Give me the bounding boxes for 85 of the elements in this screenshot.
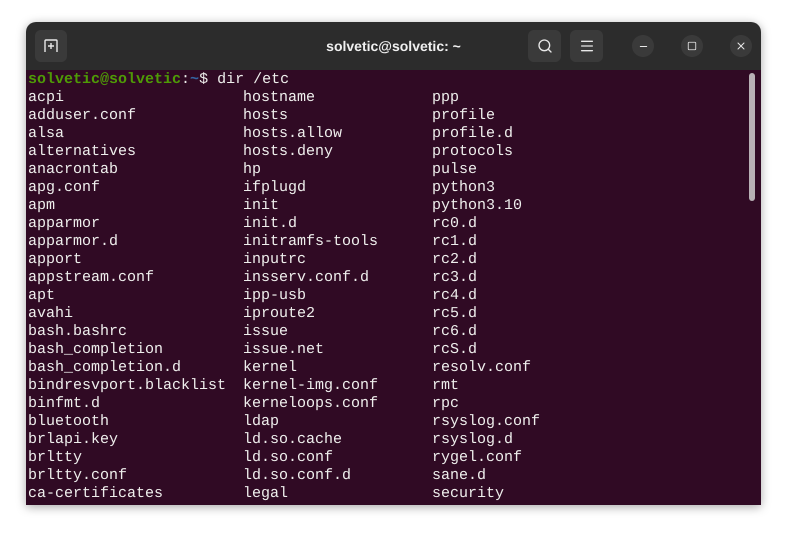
file-name: hostname — [243, 89, 316, 107]
file-name: ldap — [243, 413, 280, 431]
file-name: ld.so.conf — [243, 449, 334, 467]
file-name: bluetooth — [28, 413, 110, 431]
file-name: rc5.d — [432, 305, 478, 323]
file-name: kerneloops.conf — [243, 395, 378, 413]
file-name: rmt — [432, 377, 460, 395]
prompt-path: ~ — [190, 71, 200, 89]
file-name: rc2.d — [432, 251, 478, 269]
file-name: rsyslog.conf — [432, 413, 540, 431]
file-name: issue — [243, 323, 288, 341]
file-name: inputrc — [243, 251, 306, 269]
file-name: appstream.conf — [28, 269, 154, 287]
file-name: kernel-img.conf — [243, 377, 378, 395]
file-name: rc4.d — [432, 287, 478, 305]
file-name: apt — [28, 287, 56, 305]
file-name: legal — [243, 485, 288, 503]
file-name: bash.bashrc — [28, 323, 128, 341]
file-name: sane.d — [432, 467, 486, 485]
command-text: dir /etc — [217, 71, 290, 89]
file-name: apport — [28, 251, 82, 269]
menu-button[interactable] — [570, 30, 603, 62]
file-name: ld.so.conf.d — [243, 467, 352, 485]
new-tab-icon — [43, 38, 59, 54]
file-name: kernel — [243, 359, 298, 377]
file-name: ppp — [432, 89, 460, 107]
file-name: ifplugd — [243, 179, 306, 197]
file-name: profile — [432, 107, 496, 125]
file-name: hp — [243, 161, 262, 179]
file-name: rc1.d — [432, 233, 478, 251]
file-name: resolv.conf — [432, 359, 532, 377]
file-name: ld.so.cache — [243, 431, 342, 449]
file-name: protocols — [432, 143, 514, 161]
file-name: rcS.d — [432, 341, 478, 359]
file-name: initramfs-tools — [243, 233, 378, 251]
file-name: brltty — [28, 449, 82, 467]
file-name: brltty.conf — [28, 467, 128, 485]
file-name: iproute2 — [243, 305, 316, 323]
menu-icon — [578, 38, 594, 54]
search-icon — [536, 38, 552, 54]
file-name: apparmor — [28, 215, 100, 233]
file-name: profile.d — [432, 125, 514, 143]
prompt-user-host: solvetic@solvetic — [28, 71, 182, 89]
close-icon — [735, 40, 747, 52]
file-name: rc6.d — [432, 323, 478, 341]
file-name: hosts — [243, 107, 288, 125]
maximize-button[interactable] — [681, 35, 703, 57]
file-name: alternatives — [28, 143, 136, 161]
file-name: rc0.d — [432, 215, 478, 233]
file-name: bash_completion.d — [28, 359, 182, 377]
file-name: alsa — [28, 125, 64, 143]
file-name: hosts.deny — [243, 143, 334, 161]
file-name: ipp-usb — [243, 287, 306, 305]
file-name: rpc — [432, 395, 460, 413]
file-name: apm — [28, 197, 56, 215]
file-name: issue.net — [243, 341, 324, 359]
file-name: hosts.allow — [243, 125, 342, 143]
prompt-separator: : — [181, 71, 190, 89]
maximize-icon — [687, 41, 697, 51]
file-name: init — [243, 197, 280, 215]
file-name: anacrontab — [28, 161, 118, 179]
file-name: ca-certificates — [28, 485, 164, 503]
window-title: solvetic@solvetic: ~ — [326, 36, 461, 56]
file-name: python3.10 — [432, 197, 522, 215]
file-name: binfmt.d — [28, 395, 100, 413]
file-name: python3 — [432, 179, 496, 197]
search-button[interactable] — [528, 30, 561, 62]
file-name: acpi — [28, 89, 64, 107]
file-name: pulse — [432, 161, 478, 179]
file-name: bindresvport.blacklist — [28, 377, 226, 395]
file-name: rygel.conf — [432, 449, 522, 467]
file-name: apparmor.d — [28, 233, 118, 251]
close-button[interactable] — [730, 35, 752, 57]
file-name: apg.conf — [28, 179, 100, 197]
file-name: avahi — [28, 305, 74, 323]
file-name: adduser.conf — [28, 107, 136, 125]
file-name: rsyslog.d — [432, 431, 514, 449]
file-name: rc3.d — [432, 269, 478, 287]
file-name: security — [432, 485, 504, 503]
prompt-symbol: $ — [199, 71, 208, 89]
file-name: init.d — [243, 215, 298, 233]
new-tab-button[interactable] — [35, 30, 67, 62]
file-name: insserv.conf.d — [243, 269, 370, 287]
file-name: bash_completion — [28, 341, 164, 359]
file-name: brlapi.key — [28, 431, 118, 449]
